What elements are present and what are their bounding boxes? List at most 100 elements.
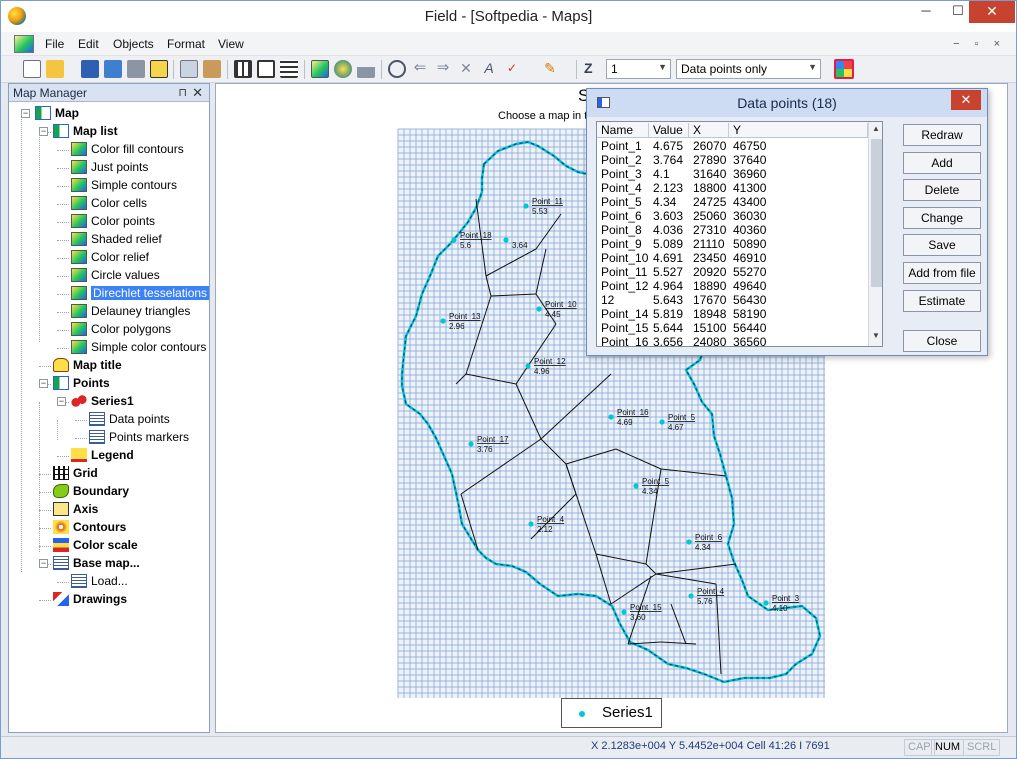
scroll-thumb[interactable] [871, 139, 882, 287]
dialog-close-button[interactable]: ✕ [951, 90, 981, 110]
tree-node[interactable]: Axis [53, 501, 98, 518]
legend-box[interactable]: Series1 [561, 698, 662, 728]
close-dialog-button[interactable]: Close [903, 330, 981, 352]
pen-icon[interactable]: ✎ [541, 60, 559, 78]
close-button[interactable]: ✕ [969, 1, 1015, 23]
minimize-button[interactable]: ─ [911, 1, 941, 23]
tree-node[interactable]: Color scale [53, 537, 138, 554]
tree-node[interactable]: Map title [53, 357, 122, 374]
add-button[interactable]: Add [903, 152, 981, 174]
table-row[interactable]: Point_10 4.691 23450 46910 [597, 251, 882, 265]
menu-view[interactable]: View [218, 37, 244, 51]
copy-icon[interactable] [180, 60, 198, 78]
tree-node[interactable]: Simple contours [71, 177, 177, 194]
column-header-y[interactable]: Y [729, 123, 868, 137]
table-row[interactable]: Point_11 5.527 20920 55270 [597, 265, 882, 279]
table-row[interactable]: Point_2 3.764 27890 37640 [597, 153, 882, 167]
tree-node[interactable]: Map [35, 105, 79, 122]
table-row[interactable]: Point_14 5.819 18948 58190 [597, 307, 882, 321]
tree-node[interactable]: Color fill contours [71, 141, 184, 158]
tree-node[interactable]: Points [53, 375, 110, 392]
mdi-controls[interactable]: − ▫ × [953, 38, 1006, 50]
tree-node[interactable]: Map list [53, 123, 118, 140]
grid-icon[interactable] [234, 60, 252, 78]
tree-node[interactable]: Boundary [53, 483, 129, 500]
save-button[interactable]: Save [903, 234, 981, 256]
tree-node[interactable]: Contours [53, 519, 126, 536]
dialog-title-bar[interactable]: Data points (18) ✕ [587, 89, 987, 117]
table-row[interactable]: Point_8 4.036 27310 40360 [597, 223, 882, 237]
save-all-icon[interactable] [104, 60, 122, 78]
table-row[interactable]: Point_16 3.656 24080 36560 [597, 335, 882, 346]
menu-file[interactable]: File [45, 37, 64, 51]
tree-expander[interactable]: − [39, 127, 48, 136]
delete-button[interactable]: Delete [903, 179, 981, 201]
estimate-button[interactable]: Estimate [903, 290, 981, 312]
redraw-button[interactable]: Redraw [903, 124, 981, 146]
panel-close-icon[interactable]: ✕ [192, 85, 203, 101]
column-header-x[interactable]: X [689, 123, 729, 137]
draw-icon[interactable]: ✓ [503, 60, 521, 78]
color-icon[interactable] [834, 59, 854, 79]
list-icon[interactable] [280, 60, 298, 78]
print-icon[interactable] [127, 60, 145, 78]
add-from-file-button[interactable]: Add from file [903, 262, 981, 284]
tree-node[interactable]: Load... [71, 573, 128, 590]
menu-edit[interactable]: Edit [78, 37, 99, 51]
display-mode-select[interactable]: Data points only ▼ [676, 59, 821, 79]
tree-node[interactable]: Color polygons [71, 321, 171, 338]
tree-node[interactable]: Data points [89, 411, 170, 428]
table-row[interactable]: Point_4 2.123 18800 41300 [597, 181, 882, 195]
arrow-left-icon[interactable]: ⇐ [411, 60, 429, 78]
tree-node[interactable]: Circle values [71, 267, 160, 284]
new-icon[interactable] [23, 60, 41, 78]
table-row[interactable]: Point_15 5.644 15100 56440 [597, 321, 882, 335]
open-icon[interactable] [46, 60, 64, 78]
table-row[interactable]: Point_1 4.675 26070 46750 [597, 139, 882, 153]
tree-expander[interactable]: − [39, 559, 48, 568]
tree-node[interactable]: Simple color contours [71, 339, 206, 356]
map-icon[interactable] [311, 60, 329, 78]
tree-expander[interactable]: − [39, 379, 48, 388]
arrow-right-icon[interactable]: ⇒ [434, 60, 452, 78]
scroll-down-icon[interactable]: ▼ [872, 331, 880, 340]
tree-node[interactable]: Delauney triangles [71, 303, 190, 320]
zoom-in-icon[interactable] [388, 60, 406, 78]
menu-objects[interactable]: Objects [113, 37, 154, 51]
tree-node[interactable]: Base map... [53, 555, 140, 572]
3d-icon[interactable] [334, 60, 352, 78]
table-row[interactable]: Point_3 4.1 31640 36960 [597, 167, 882, 181]
table-row[interactable]: Point_12 4.964 18890 49640 [597, 279, 882, 293]
tree-node[interactable]: Color relief [71, 249, 149, 266]
tree-expander[interactable]: − [57, 397, 66, 406]
pin-icon[interactable]: ⊓ [178, 86, 187, 99]
chart-icon[interactable] [357, 60, 375, 78]
tree-node[interactable]: Series1 [71, 393, 134, 410]
tree-node[interactable]: Drawings [53, 591, 127, 608]
table-row[interactable]: 12 5.643 17670 56430 [597, 293, 882, 307]
tree-node[interactable]: Legend [71, 447, 134, 464]
tree-node[interactable]: Points markers [89, 429, 189, 446]
tree-node[interactable]: Shaded relief [71, 231, 162, 248]
tree-node[interactable]: Color points [71, 213, 155, 230]
scroll-up-icon[interactable]: ▲ [872, 124, 880, 133]
table-row[interactable]: Point_5 4.34 24725 43400 [597, 195, 882, 209]
tree-expander[interactable]: − [21, 109, 30, 118]
change-button[interactable]: Change [903, 207, 981, 229]
paste-icon[interactable] [203, 60, 221, 78]
data-points-grid[interactable]: Name Value X Y Point_1 4.675 26070 46750 Poi… [596, 121, 883, 347]
column-header-name[interactable]: Name [597, 123, 649, 137]
axis-icon[interactable]: A [480, 60, 498, 78]
document-icon[interactable] [14, 35, 34, 53]
tree-node[interactable]: Just points [71, 159, 148, 176]
table-row[interactable]: Point_6 3.603 25060 36030 [597, 209, 882, 223]
tree-node[interactable]: Grid [53, 465, 98, 482]
tool-icon[interactable]: ✕ [457, 60, 475, 78]
table-row[interactable]: Point_9 5.089 21110 50890 [597, 237, 882, 251]
preview-icon[interactable] [150, 60, 168, 78]
menu-format[interactable]: Format [167, 37, 205, 51]
layout-icon[interactable] [257, 60, 275, 78]
zoom-select[interactable]: 1 ▼ [606, 59, 671, 79]
grid-scrollbar[interactable]: ▲ ▼ [868, 122, 882, 346]
column-header-value[interactable]: Value [649, 123, 689, 137]
